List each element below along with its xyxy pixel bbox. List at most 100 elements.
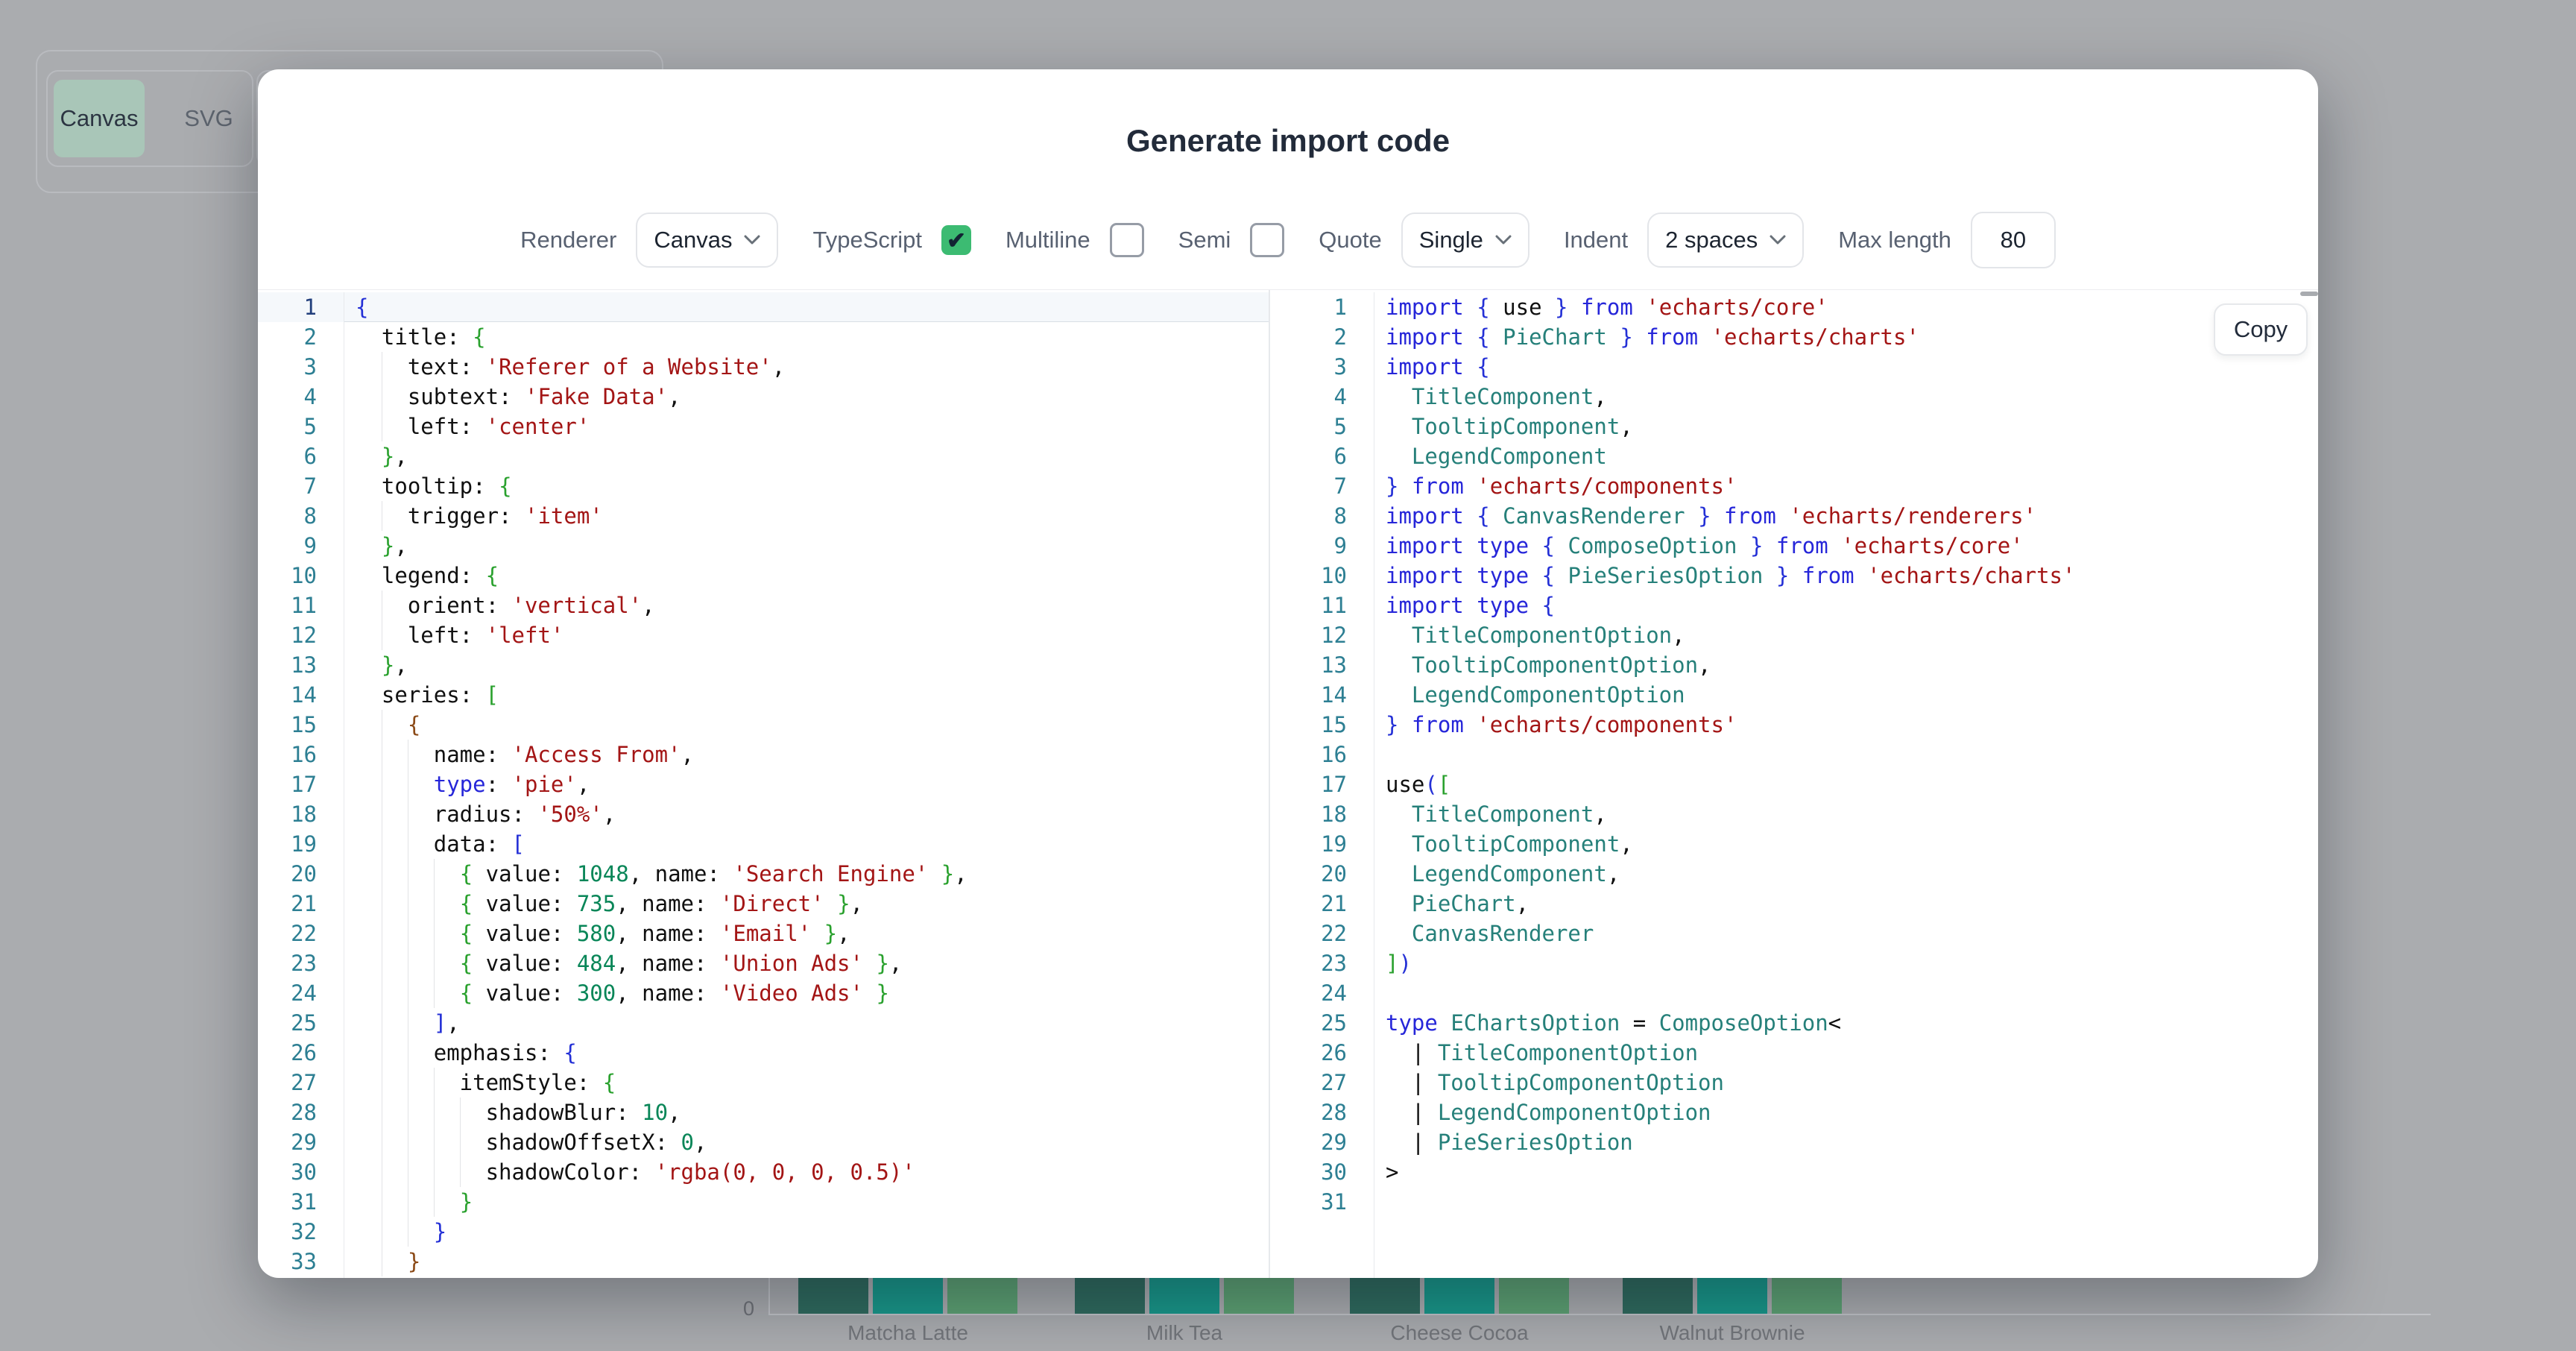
line-number: 1 <box>258 292 344 322</box>
line-number: 26 <box>1270 1038 1374 1068</box>
code-line: }, <box>344 650 1269 680</box>
code-column: { title: { text: 'Referer of a Website',… <box>344 292 1269 1278</box>
indent-select[interactable]: 2 spaces <box>1647 212 1804 268</box>
line-number: 9 <box>1270 531 1374 561</box>
line-number: 16 <box>258 740 344 769</box>
line-number: 4 <box>1270 382 1374 412</box>
semi-label: Semi <box>1178 227 1231 253</box>
line-number: 28 <box>1270 1098 1374 1127</box>
code-line: | TooltipComponentOption <box>1374 1068 2318 1098</box>
code-line: trigger: 'item' <box>344 501 1269 531</box>
indent-guide <box>460 1098 461 1127</box>
line-number: 12 <box>258 620 344 650</box>
code-line: type: 'pie', <box>344 769 1269 799</box>
line-number: 6 <box>1270 441 1374 471</box>
code-line: name: 'Access From', <box>344 740 1269 769</box>
line-number: 17 <box>258 769 344 799</box>
code-line <box>1374 740 2318 769</box>
line-number: 32 <box>258 1217 344 1247</box>
line-number: 23 <box>258 948 344 978</box>
line-number: 22 <box>258 919 344 948</box>
code-line: orient: 'vertical', <box>344 591 1269 620</box>
toggle-option-canvas[interactable]: Canvas <box>54 80 145 157</box>
code-line: import { CanvasRenderer } from 'echarts/… <box>1374 501 2318 531</box>
line-number-gutter: 1234567891011121314151617181920212223242… <box>258 292 344 1278</box>
code-line: }, <box>344 441 1269 471</box>
code-line: | PieSeriesOption <box>1374 1127 2318 1157</box>
code-line: PieChart, <box>1374 889 2318 919</box>
code-line: LegendComponent, <box>1374 859 2318 889</box>
indent-select-value: 2 spaces <box>1665 227 1758 253</box>
line-number: 15 <box>258 710 344 740</box>
code-line: }, <box>344 531 1269 561</box>
code-line: > <box>1374 1157 2318 1187</box>
line-number: 2 <box>1270 322 1374 352</box>
code-line: shadowColor: 'rgba(0, 0, 0, 0.5)' <box>344 1157 1269 1187</box>
semi-checkbox[interactable] <box>1250 223 1284 257</box>
code-line: shadowBlur: 10, <box>344 1098 1269 1127</box>
code-line: import type { PieSeriesOption } from 'ec… <box>1374 561 2318 591</box>
chevron-down-icon <box>1495 235 1512 245</box>
modal-toolbar: Renderer Canvas TypeScript ✔ Multiline S… <box>258 214 2318 266</box>
code-line: } from 'echarts/components' <box>1374 710 2318 740</box>
code-column: import { use } from 'echarts/core'import… <box>1374 292 2318 1278</box>
option-code-editor[interactable]: 1234567891011121314151617181920212223242… <box>258 292 1269 1278</box>
code-line: LegendComponent <box>1374 441 2318 471</box>
line-number: 15 <box>1270 710 1374 740</box>
code-line: shadowOffsetX: 0, <box>344 1127 1269 1157</box>
y-axis-zero-label: 0 <box>701 1297 754 1320</box>
line-number: 19 <box>1270 829 1374 859</box>
indent-guide <box>460 1157 461 1187</box>
quote-label: Quote <box>1319 227 1381 253</box>
copy-button[interactable]: Copy <box>2214 303 2308 356</box>
line-number: 24 <box>258 978 344 1008</box>
code-line: import { PieChart } from 'echarts/charts… <box>1374 322 2318 352</box>
code-line: legend: { <box>344 561 1269 591</box>
line-number: 29 <box>258 1127 344 1157</box>
line-number: 14 <box>258 680 344 710</box>
category-label: Walnut Brownie <box>1594 1321 1870 1345</box>
indent-guide <box>434 889 435 919</box>
line-number: 20 <box>258 859 344 889</box>
code-line: import type { ComposeOption } from 'echa… <box>1374 531 2318 561</box>
code-line: type EChartsOption = ComposeOption< <box>1374 1008 2318 1038</box>
code-line: CanvasRenderer <box>1374 919 2318 948</box>
code-area: 1234567891011121314151617181920212223242… <box>258 289 2318 1278</box>
code-line: ]) <box>1374 948 2318 978</box>
chevron-down-icon <box>744 235 760 245</box>
line-number: 31 <box>258 1187 344 1217</box>
renderer-select[interactable]: Canvas <box>636 212 778 268</box>
line-number: 3 <box>258 352 344 382</box>
code-line: TitleComponent, <box>1374 382 2318 412</box>
typescript-checkbox[interactable]: ✔ <box>941 225 971 255</box>
line-number: 7 <box>1270 471 1374 501</box>
line-number: 14 <box>1270 680 1374 710</box>
import-code-editor[interactable]: 1234567891011121314151617181920212223242… <box>1270 292 2318 1278</box>
code-line: text: 'Referer of a Website', <box>344 352 1269 382</box>
maxlength-input[interactable] <box>1971 212 2056 268</box>
line-number-gutter: 1234567891011121314151617181920212223242… <box>1270 292 1374 1278</box>
line-number: 1 <box>1270 292 1374 322</box>
code-line: radius: '50%', <box>344 799 1269 829</box>
code-line: ], <box>344 1008 1269 1038</box>
code-line: data: [ <box>344 829 1269 859</box>
modal-scrollbar-thumb[interactable] <box>2300 292 2318 296</box>
toggle-option-svg[interactable]: SVG <box>171 80 246 157</box>
code-line: TooltipComponent, <box>1374 412 2318 441</box>
quote-select[interactable]: Single <box>1401 212 1530 268</box>
code-line: import { use } from 'echarts/core' <box>1374 292 2318 322</box>
line-number: 18 <box>258 799 344 829</box>
code-line: left: 'left' <box>344 620 1269 650</box>
code-line: | LegendComponentOption <box>1374 1098 2318 1127</box>
line-number: 28 <box>258 1098 344 1127</box>
line-number: 8 <box>1270 501 1374 531</box>
line-number: 25 <box>258 1008 344 1038</box>
line-number: 13 <box>258 650 344 680</box>
multiline-checkbox[interactable] <box>1110 223 1144 257</box>
line-number: 11 <box>1270 591 1374 620</box>
line-number: 18 <box>1270 799 1374 829</box>
line-number: 5 <box>258 412 344 441</box>
line-number: 19 <box>258 829 344 859</box>
line-number: 6 <box>258 441 344 471</box>
quote-select-value: Single <box>1419 227 1483 253</box>
